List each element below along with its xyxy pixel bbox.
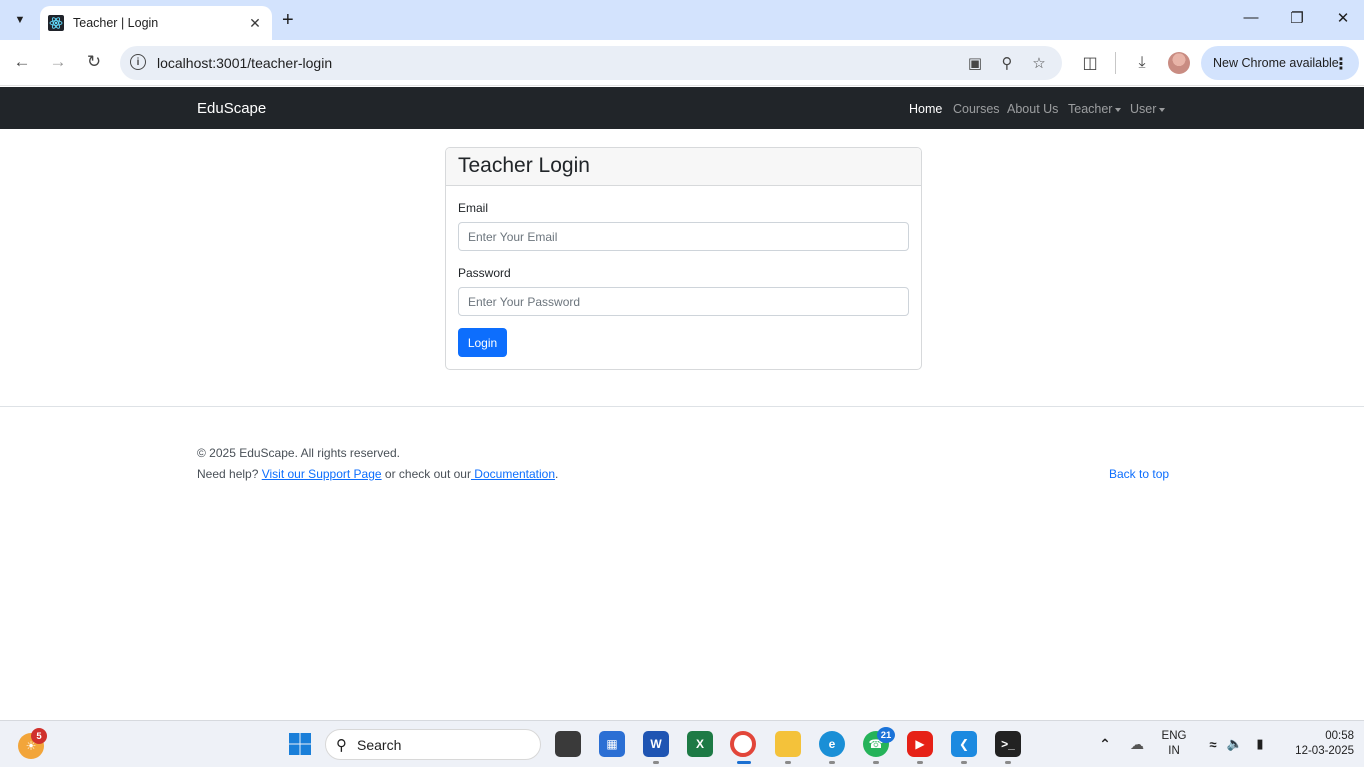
nav-home[interactable]: Home [909,102,942,116]
nav-about-us[interactable]: About Us [1007,102,1058,116]
clock-time: 00:58 [1325,730,1354,742]
youtube-icon[interactable]: ▶ [907,731,933,757]
running-indicator [873,761,879,764]
extensions-puzzle-icon[interactable]: ◫ [1079,52,1101,74]
file-explorer-icon[interactable] [775,731,801,757]
install-app-icon[interactable]: ▣ [965,53,985,73]
edge-icon[interactable]: e [819,731,845,757]
clock-date: 12-03-2025 [1295,745,1354,757]
help-suffix: . [555,467,559,481]
email-label: Email [458,201,489,215]
running-indicator [785,761,791,764]
running-indicator [961,761,967,764]
running-indicator [1005,761,1011,764]
page-title: Teacher Login [458,154,590,177]
address-url[interactable]: localhost:3001/teacher-login [157,55,332,71]
nav-user-dropdown[interactable]: User [1130,102,1166,116]
toolbar-divider [1115,52,1116,74]
battery-icon[interactable]: ▮ [1247,731,1273,757]
password-field[interactable] [458,287,909,316]
nav-user-label: User [1130,102,1157,116]
windows-logo-icon [289,733,311,755]
footer-help-text: Need help? Visit our Support Page or che… [197,467,558,481]
browser-title-bar: ▼ Teacher | Login ✕ + — ❐ ✕ [0,0,1364,40]
footer-copyright: © 2025 EduScape. All rights reserved. [197,446,400,460]
chrome-update-label: New Chrome available [1213,56,1339,70]
nav-teacher-dropdown[interactable]: Teacher [1068,102,1122,116]
reload-icon[interactable]: ↻ [84,52,104,72]
onedrive-error-icon[interactable]: ☁ [1124,731,1150,757]
caret-down-icon [1159,107,1166,112]
support-page-link[interactable]: Visit our Support Page [262,467,382,481]
widgets-badge: 5 [31,728,47,744]
search-icon: ⚲ [336,736,347,754]
word-icon[interactable]: W [643,731,669,757]
nav-courses[interactable]: Courses [953,102,1000,116]
running-indicator [829,761,835,764]
running-indicator [917,761,923,764]
windows-taskbar: ☀ 5 ⚲ Search ▦ W X e ☎ 21 ▶ ❮ >_ ⌃ ☁ ENG… [0,720,1364,767]
chrome-menu-icon[interactable]: ⋮ [1333,54,1349,74]
back-arrow-icon[interactable]: ← [12,52,32,72]
address-bar[interactable]: i localhost:3001/teacher-login ▣ ⚲ ☆ [120,46,1062,80]
microsoft-store-icon[interactable]: ▦ [599,731,625,757]
login-button[interactable]: Login [458,328,507,357]
site-navbar: EduScape Home Courses About Us Teacher U… [0,87,1364,129]
login-card: Teacher Login Email Password Login [445,147,922,370]
nav-teacher-label: Teacher [1068,102,1113,116]
taskbar-search[interactable]: ⚲ Search [325,729,541,760]
navbar-brand[interactable]: EduScape [197,100,266,117]
language-code: ENG [1161,730,1187,742]
back-to-top-link[interactable]: Back to top [1109,467,1169,481]
language-indicator[interactable]: ENG IN [1158,729,1190,759]
language-region: IN [1168,745,1180,757]
login-card-header: Teacher Login [446,148,921,186]
whatsapp-badge: 21 [877,727,895,743]
active-indicator [737,761,751,764]
downloads-icon[interactable]: ⤓ [1131,52,1153,74]
restore-button[interactable]: ❐ [1287,9,1307,27]
help-prefix: Need help? [197,467,262,481]
email-field[interactable] [458,222,909,251]
minimize-button[interactable]: — [1241,9,1261,26]
running-indicator [653,761,659,764]
chrome-icon[interactable] [730,731,756,757]
zoom-icon[interactable]: ⚲ [997,53,1017,73]
terminal-icon[interactable]: >_ [995,731,1021,757]
windows-start-icon[interactable] [287,731,313,757]
tab-title: Teacher | Login [73,16,159,30]
footer-divider [0,406,1364,407]
excel-icon[interactable]: X [687,731,713,757]
chrome-update-button[interactable]: New Chrome available ⋮ [1201,46,1359,80]
profile-avatar[interactable] [1168,52,1190,74]
react-favicon-icon [48,15,64,31]
documentation-link[interactable]: Documentation [471,467,555,481]
site-info-icon[interactable]: i [130,54,146,70]
volume-icon[interactable]: 🔈 [1222,731,1248,757]
password-label: Password [458,266,511,280]
browser-tab[interactable]: Teacher | Login ✕ [40,6,272,40]
clock[interactable]: 00:58 12-03-2025 [1280,729,1354,759]
show-hidden-icons-chevron-icon[interactable]: ⌃ [1092,731,1118,757]
close-window-button[interactable]: ✕ [1333,9,1353,27]
help-middle-text: or check out our [381,467,471,481]
bookmark-star-icon[interactable]: ☆ [1029,53,1049,73]
new-tab-button[interactable]: + [282,9,294,31]
taskbar-search-label: Search [357,736,402,753]
browser-toolbar: ← → ↻ i localhost:3001/teacher-login ▣ ⚲… [0,40,1364,86]
task-view-icon[interactable] [555,731,581,757]
tab-close-icon[interactable]: ✕ [246,15,264,32]
forward-arrow-icon[interactable]: → [48,52,68,72]
vscode-icon[interactable]: ❮ [951,731,977,757]
caret-down-icon [1115,107,1122,112]
tab-search-chevron-icon[interactable]: ▼ [7,7,33,33]
